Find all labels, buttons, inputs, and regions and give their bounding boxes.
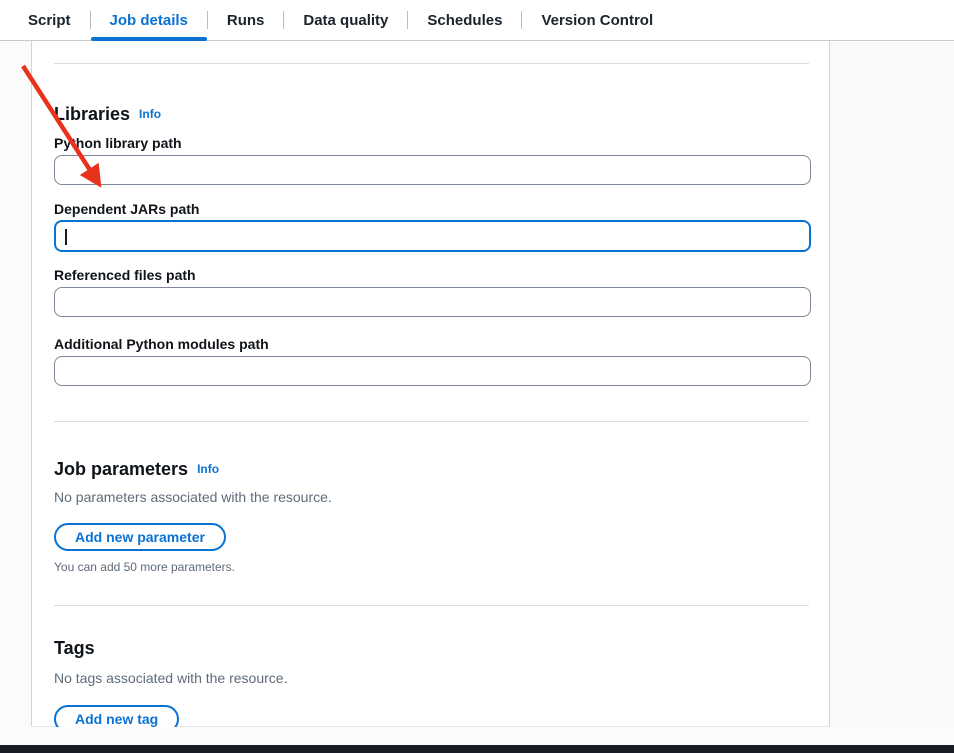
dependent-jars-path-input-wrap — [54, 221, 811, 251]
additional-python-modules-path-label: Additional Python modules path — [54, 335, 809, 353]
tab-schedules[interactable]: Schedules — [408, 0, 521, 40]
additional-python-modules-path-input-wrap — [54, 356, 811, 386]
section-divider — [54, 421, 809, 422]
libraries-info-link[interactable]: Info — [139, 107, 161, 121]
section-divider — [54, 605, 809, 606]
libraries-section-header: Libraries Info — [54, 103, 809, 127]
python-library-path-input-wrap — [54, 155, 811, 185]
right-gutter — [831, 41, 954, 727]
window-bottom-bar — [0, 745, 954, 753]
referenced-files-path-input-wrap — [54, 287, 811, 317]
python-library-path-input[interactable] — [54, 155, 811, 185]
tab-script[interactable]: Script — [9, 0, 90, 40]
tags-title: Tags — [54, 638, 95, 658]
job-parameters-section-header: Job parameters Info — [54, 458, 809, 482]
dependent-jars-path-input[interactable] — [54, 220, 811, 252]
libraries-title: Libraries — [54, 104, 130, 124]
tab-job-details[interactable]: Job details — [91, 0, 207, 40]
text-cursor — [65, 229, 67, 245]
tab-version-control[interactable]: Version Control — [522, 0, 672, 40]
tab-runs[interactable]: Runs — [208, 0, 284, 40]
referenced-files-path-input[interactable] — [54, 287, 811, 317]
job-parameters-empty-text: No parameters associated with the resour… — [54, 488, 809, 506]
tab-bar: Script Job details Runs Data quality Sch… — [0, 0, 954, 41]
tags-empty-text: No tags associated with the resource. — [54, 669, 809, 687]
job-parameters-hint-text: You can add 50 more parameters. — [54, 560, 809, 574]
referenced-files-path-label: Referenced files path — [54, 266, 809, 284]
footer-strip — [0, 727, 954, 745]
additional-python-modules-path-input[interactable] — [54, 356, 811, 386]
tab-data-quality[interactable]: Data quality — [284, 0, 407, 40]
dependent-jars-path-label: Dependent JARs path — [54, 200, 809, 218]
tags-section-header: Tags — [54, 637, 809, 661]
job-parameters-info-link[interactable]: Info — [197, 462, 219, 476]
job-parameters-title: Job parameters — [54, 459, 188, 479]
job-details-panel: Libraries Info Python library path Depend… — [31, 41, 830, 727]
section-divider — [54, 63, 809, 64]
add-new-parameter-button[interactable]: Add new parameter — [54, 523, 226, 551]
python-library-path-label: Python library path — [54, 134, 809, 152]
